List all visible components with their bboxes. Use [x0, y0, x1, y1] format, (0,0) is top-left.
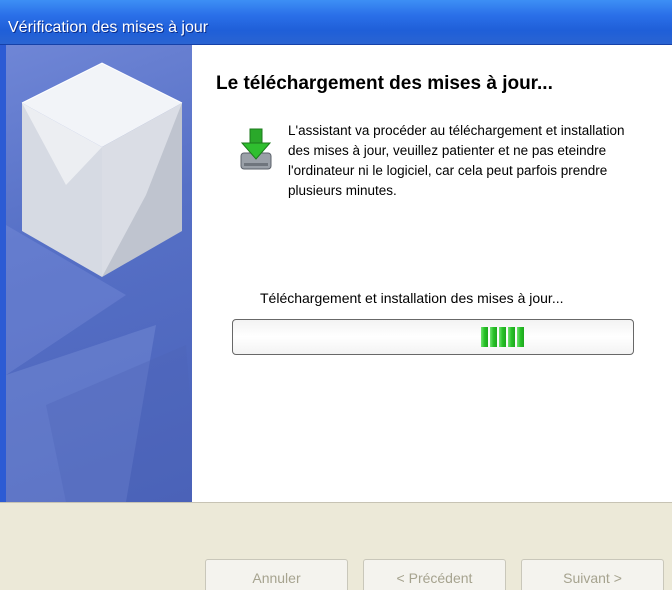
progress-bar [232, 319, 634, 355]
cube-graphic [6, 62, 192, 502]
cancel-button[interactable]: Annuler [205, 559, 348, 590]
progress-chunk [499, 327, 506, 347]
title-bar[interactable]: Vérification des mises à jour [0, 0, 672, 45]
progress-chunk [517, 327, 524, 347]
wizard-footer: Annuler < Précédent Suivant > [0, 502, 672, 590]
window-title: Vérification des mises à jour [8, 19, 209, 36]
progress-chunk [508, 327, 515, 347]
wizard-content: Le téléchargement des mises à jour... L'… [192, 45, 672, 502]
page-heading: Le téléchargement des mises à jour... [216, 73, 553, 94]
next-button[interactable]: Suivant > [521, 559, 664, 590]
update-wizard-window: Vérification des mises à jour Le télécha… [0, 0, 672, 590]
progress-chunk [481, 327, 488, 347]
wizard-side-banner [0, 45, 192, 502]
status-text: Téléchargement et installation des mises… [260, 290, 564, 306]
back-button[interactable]: < Précédent [363, 559, 506, 590]
description-text: L'assistant va procéder au téléchargemen… [288, 123, 625, 198]
progress-chunk [490, 327, 497, 347]
download-drive-icon [236, 125, 276, 177]
